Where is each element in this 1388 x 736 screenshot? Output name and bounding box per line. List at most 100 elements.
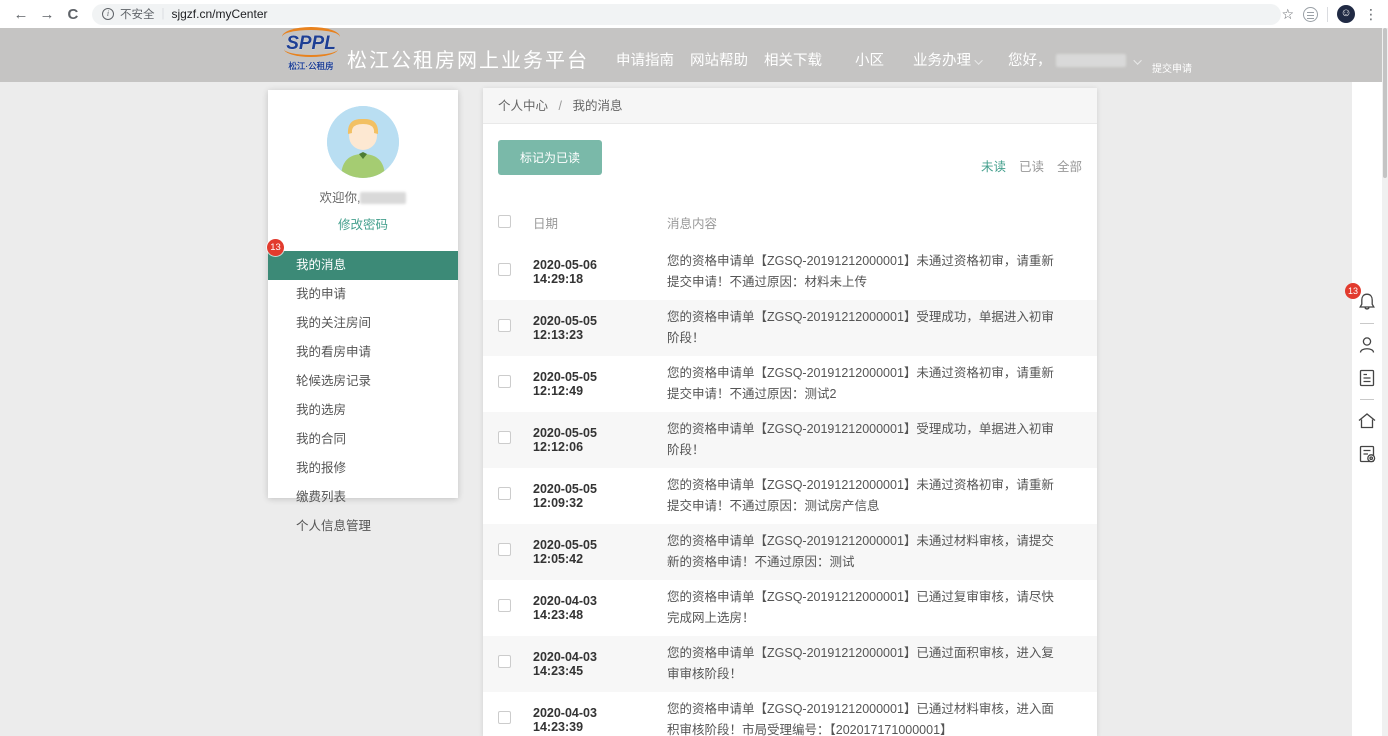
message-date: 2020-05-06 14:29:18 [533, 258, 649, 286]
forward-icon[interactable]: → [34, 6, 60, 23]
home-icon[interactable] [1355, 409, 1379, 433]
message-date: 2020-05-05 12:12:49 [533, 370, 649, 398]
user-greeting-menu[interactable]: 您好， [1008, 49, 1142, 70]
message-date: 2020-04-03 14:23:48 [533, 594, 649, 622]
sidebar-item-followed-rooms[interactable]: 我的关注房间 [268, 309, 458, 338]
sidebar-item-waitlist-records[interactable]: 轮候选房记录 [268, 367, 458, 396]
row-checkbox[interactable] [498, 375, 511, 388]
greeting-prefix: 您好， [1008, 53, 1052, 69]
breadcrumb: 个人中心 / 我的消息 [483, 88, 1097, 124]
browser-profile-avatar[interactable]: ☺ [1337, 5, 1355, 23]
chevron-down-icon [974, 56, 982, 64]
message-date: 2020-04-03 14:23:39 [533, 706, 649, 734]
sidebar-panel: 欢迎你, 修改密码 13 我的消息 我的申请 我的关注房间 我的看房申请 轮候选… [268, 90, 458, 498]
row-checkbox[interactable] [498, 319, 511, 332]
sidebar-item-my-selection[interactable]: 我的选房 [268, 396, 458, 425]
row-checkbox[interactable] [498, 487, 511, 500]
sidebar-item-applications[interactable]: 我的申请 [268, 280, 458, 309]
sidebar-item-personal-info[interactable]: 个人信息管理 [268, 512, 458, 541]
message-row: 2020-04-03 14:23:48 您的资格申请单【ZGSQ-2019121… [483, 580, 1097, 636]
submit-application-link[interactable]: 提交申请 [1152, 60, 1192, 75]
row-checkbox[interactable] [498, 263, 511, 276]
page-info-icon[interactable]: i [102, 8, 114, 20]
message-list: 2020-05-06 14:29:18 您的资格申请单【ZGSQ-2019121… [483, 244, 1097, 736]
notifications-bell-icon[interactable]: 13 [1355, 290, 1379, 314]
back-icon[interactable]: ← [8, 6, 34, 23]
nav-community[interactable]: 小区 [855, 49, 884, 70]
toolbar-divider [1360, 399, 1374, 400]
avatar [327, 106, 399, 178]
message-content: 您的资格申请单【ZGSQ-20191212000001】未通过资格初审，请重新提… [667, 251, 1079, 293]
sidebar-item-payment-list[interactable]: 缴费列表 [268, 483, 458, 512]
table-header: 日期 消息内容 [483, 201, 1097, 244]
row-checkbox[interactable] [498, 543, 511, 556]
message-content: 您的资格申请单【ZGSQ-20191212000001】未通过材料审核，请提交新… [667, 531, 1079, 573]
message-content: 您的资格申请单【ZGSQ-20191212000001】受理成功，单据进入初审阶… [667, 307, 1079, 349]
page-url: sjgzf.cn/myCenter [171, 7, 267, 21]
browser-chrome: ← → C i 不安全 | sjgzf.cn/myCenter ☆ ☺ ⋮ [0, 0, 1388, 28]
logo-text: SPPL [286, 34, 336, 54]
column-date: 日期 [533, 213, 649, 232]
username-redacted [360, 192, 406, 204]
mark-as-read-button[interactable]: 标记为已读 [498, 140, 602, 175]
username-redacted [1056, 54, 1126, 67]
message-row: 2020-05-05 12:09:32 您的资格申请单【ZGSQ-2019121… [483, 468, 1097, 524]
row-checkbox[interactable] [498, 655, 511, 668]
logo-subtext: 松江·公租房 [272, 60, 350, 72]
sidebar-item-viewing-requests[interactable]: 我的看房申请 [268, 338, 458, 367]
breadcrumb-current: 我的消息 [572, 99, 622, 113]
filter-all[interactable]: 全部 [1057, 156, 1082, 175]
sidebar-item-my-repairs[interactable]: 我的报修 [268, 454, 458, 483]
message-toolbar: 标记为已读 未读 已读 全部 [483, 124, 1097, 189]
browser-menu-icon[interactable]: ⋮ [1364, 6, 1378, 23]
user-icon[interactable] [1355, 333, 1379, 357]
form-settings-icon[interactable] [1355, 442, 1379, 466]
message-content: 您的资格申请单【ZGSQ-20191212000001】未通过资格初审，请重新提… [667, 475, 1079, 517]
nav-apply-guide[interactable]: 申请指南 [616, 49, 674, 70]
address-bar[interactable]: i 不安全 | sjgzf.cn/myCenter [92, 4, 1281, 25]
site-header: SPPL 松江·公租房 松江公租房网上业务平台 申请指南 网站帮助 相关下载 小… [0, 28, 1382, 82]
refresh-icon[interactable]: C [60, 6, 86, 23]
message-date: 2020-05-05 12:12:06 [533, 426, 649, 454]
chrome-divider [1327, 7, 1328, 22]
message-content: 您的资格申请单【ZGSQ-20191212000001】受理成功，单据进入初审阶… [667, 419, 1079, 461]
row-checkbox[interactable] [498, 431, 511, 444]
column-content: 消息内容 [667, 213, 1079, 232]
extension-icon[interactable] [1303, 7, 1318, 22]
breadcrumb-root[interactable]: 个人中心 [498, 99, 548, 113]
nav-downloads[interactable]: 相关下载 [764, 49, 822, 70]
message-date: 2020-05-05 12:09:32 [533, 482, 649, 510]
logo-swoosh-icon [284, 49, 338, 57]
nav-site-help[interactable]: 网站帮助 [690, 49, 748, 70]
row-checkbox[interactable] [498, 599, 511, 612]
floating-toolbar: 13 [1350, 290, 1384, 466]
breadcrumb-separator: / [559, 99, 562, 113]
message-row: 2020-04-03 14:23:45 您的资格申请单【ZGSQ-2019121… [483, 636, 1097, 692]
row-checkbox[interactable] [498, 711, 511, 724]
filter-unread[interactable]: 未读 [981, 156, 1006, 175]
document-icon[interactable] [1355, 366, 1379, 390]
message-content: 您的资格申请单【ZGSQ-20191212000001】已通过材料审核，进入面积… [667, 699, 1079, 736]
site-title: 松江公租房网上业务平台 [347, 44, 589, 73]
message-row: 2020-05-05 12:13:23 您的资格申请单【ZGSQ-2019121… [483, 300, 1097, 356]
message-content: 您的资格申请单【ZGSQ-20191212000001】已通过面积审核，进入复审… [667, 643, 1079, 685]
scrollbar-thumb[interactable] [1383, 28, 1387, 178]
chevron-down-icon [1133, 56, 1141, 64]
address-separator: | [161, 8, 164, 20]
message-row: 2020-05-05 12:05:42 您的资格申请单【ZGSQ-2019121… [483, 524, 1097, 580]
filter-read[interactable]: 已读 [1019, 156, 1044, 175]
notification-count-badge: 13 [1345, 283, 1361, 299]
select-all-checkbox[interactable] [498, 215, 511, 228]
nav-business-menu[interactable]: 业务办理 [913, 49, 983, 70]
change-password-link[interactable]: 修改密码 [268, 214, 458, 233]
message-row: 2020-05-05 12:12:49 您的资格申请单【ZGSQ-2019121… [483, 356, 1097, 412]
sidebar-menu: 13 我的消息 我的申请 我的关注房间 我的看房申请 轮候选房记录 我的选房 我… [268, 251, 458, 541]
bookmark-star-icon[interactable]: ☆ [1281, 6, 1294, 23]
message-row: 2020-05-06 14:29:18 您的资格申请单【ZGSQ-2019121… [483, 244, 1097, 300]
sidebar-item-my-contracts[interactable]: 我的合同 [268, 425, 458, 454]
message-filters: 未读 已读 全部 [981, 156, 1082, 175]
message-date: 2020-04-03 14:23:45 [533, 650, 649, 678]
message-row: 2020-05-05 12:12:06 您的资格申请单【ZGSQ-2019121… [483, 412, 1097, 468]
logo-roof-icon [282, 27, 340, 37]
sidebar-item-messages[interactable]: 13 我的消息 [268, 251, 458, 280]
